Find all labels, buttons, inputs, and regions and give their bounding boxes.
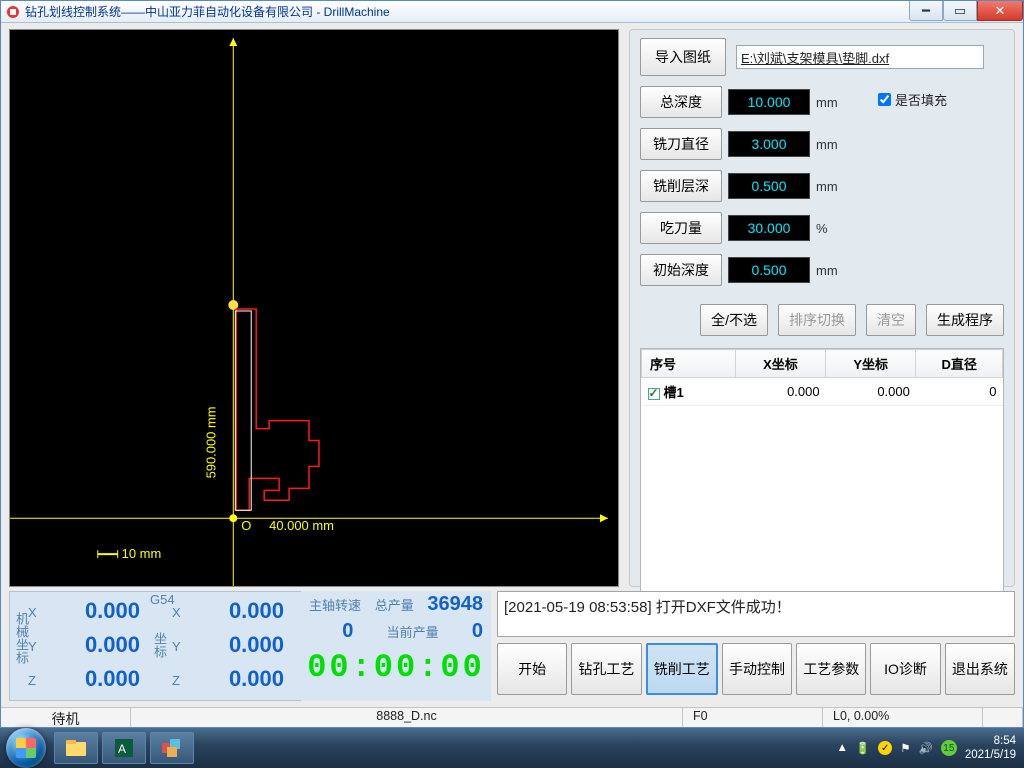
param-initial-depth: 初始深度 0.500 mm xyxy=(640,254,848,286)
close-button[interactable]: ✕ xyxy=(977,1,1023,21)
taskbar[interactable]: A ▲ 🔋 ✓ ⚑ 🔊 15 8:54 2021/5/19 xyxy=(0,728,1024,768)
exit-button[interactable]: 退出系统 xyxy=(945,643,1015,695)
tray-ime-icon[interactable]: 15 xyxy=(941,740,957,756)
tray-shield-icon[interactable]: ✓ xyxy=(878,741,892,755)
minimize-button[interactable]: ━ xyxy=(909,1,943,21)
x-axis-label: 40.000 mm xyxy=(269,518,334,533)
cad-svg: O 40.000 mm 590.000 mm 10 mm xyxy=(10,30,618,586)
param-stepover: 吃刀量 30.000 % xyxy=(640,212,848,244)
status-line: L0, 0.00% xyxy=(823,708,983,727)
tray-flag-icon[interactable]: ⚑ xyxy=(900,741,910,755)
param-total-depth: 总深度 10.000 mm xyxy=(640,86,848,118)
action-row: 全/不选 排序切换 清空 生成程序 xyxy=(640,304,1004,336)
window-title: 钻孔划线控制系统——中山亚力菲自动化设备有限公司 - DrillMachine xyxy=(25,3,390,20)
sort-switch-button[interactable]: 排序切换 xyxy=(778,304,856,336)
svg-text:A: A xyxy=(118,742,126,756)
manual-control-button[interactable]: 手动控制 xyxy=(722,643,792,695)
titlebar: 钻孔划线控制系统——中山亚力菲自动化设备有限公司 - DrillMachine … xyxy=(1,1,1023,23)
param-layer-depth: 铣削层深 0.500 mm xyxy=(640,170,848,202)
status-state: 待机 xyxy=(1,708,131,727)
status-feed: F0 xyxy=(683,708,823,727)
clear-button[interactable]: 清空 xyxy=(866,304,916,336)
import-drawing-button[interactable]: 导入图纸 xyxy=(640,38,726,76)
fill-checkbox[interactable]: 是否填充 xyxy=(878,90,947,109)
svg-text:O: O xyxy=(241,518,251,533)
control-panel: 导入图纸 总深度 10.000 mm 铣刀直径 3.000 mm xyxy=(629,29,1015,587)
taskbar-app1-icon[interactable]: A xyxy=(102,732,146,764)
row-checkbox[interactable] xyxy=(648,388,660,400)
taskbar-app2-icon[interactable] xyxy=(150,732,194,764)
y-axis-label: 590.000 mm xyxy=(203,406,218,478)
cad-canvas[interactable]: O 40.000 mm 590.000 mm 10 mm xyxy=(9,29,619,587)
taskbar-explorer-icon[interactable] xyxy=(54,732,98,764)
process-params-button[interactable]: 工艺参数 xyxy=(796,643,866,695)
mill-process-button[interactable]: 铣削工艺 xyxy=(646,643,718,695)
feature-table[interactable]: 序号 X坐标 Y坐标 D直径 槽1 0.000 0.000 0 xyxy=(640,348,1004,618)
param-value-total-depth[interactable]: 10.000 xyxy=(728,89,810,115)
io-diag-button[interactable]: IO诊断 xyxy=(870,643,940,695)
system-tray[interactable]: ▲ 🔋 ✓ ⚑ 🔊 15 8:54 2021/5/19 xyxy=(828,734,1024,762)
cycle-timer: 00:00:00 xyxy=(301,645,491,686)
app-window: 钻孔划线控制系统——中山亚力菲自动化设备有限公司 - DrillMachine … xyxy=(0,0,1024,728)
content-area: O 40.000 mm 590.000 mm 10 mm 导入图纸 xyxy=(1,23,1023,727)
params-column: 总深度 10.000 mm 铣刀直径 3.000 mm 铣削层深 0.500 m… xyxy=(640,76,848,286)
start-button[interactable] xyxy=(6,728,46,768)
scale-label: 10 mm xyxy=(122,546,162,561)
log-output: [2021-05-19 08:53:58] 打开DXF文件成功！ xyxy=(497,591,1015,637)
table-row[interactable]: 槽1 0.000 0.000 0 xyxy=(642,378,1003,406)
status-file: 8888_D.nc xyxy=(131,708,683,727)
status-bar: 待机 8888_D.nc F0 L0, 0.00% xyxy=(1,707,1023,727)
command-row: 开始 钻孔工艺 铣削工艺 手动控制 工艺参数 IO诊断 退出系统 xyxy=(497,643,1015,695)
tray-icon-up[interactable]: ▲ xyxy=(836,742,847,754)
tray-volume-icon[interactable]: 🔊 xyxy=(919,741,933,755)
production-panel: 主轴转速总产量36948 0当前产量0 00:00:00 xyxy=(301,591,491,701)
window-controls: ━ ▭ ✕ xyxy=(909,1,1023,21)
param-tool-diameter: 铣刀直径 3.000 mm xyxy=(640,128,848,160)
app-icon xyxy=(5,4,21,20)
drill-process-button[interactable]: 钻孔工艺 xyxy=(571,643,641,695)
tray-battery-icon[interactable]: 🔋 xyxy=(856,741,870,755)
select-all-button[interactable]: 全/不选 xyxy=(700,304,768,336)
tray-clock[interactable]: 8:54 2021/5/19 xyxy=(965,734,1016,762)
param-label-total-depth[interactable]: 总深度 xyxy=(640,86,722,118)
generate-program-button[interactable]: 生成程序 xyxy=(926,304,1004,336)
start-button[interactable]: 开始 xyxy=(497,643,567,695)
filepath-field[interactable] xyxy=(736,45,984,69)
maximize-button[interactable]: ▭ xyxy=(943,1,977,21)
